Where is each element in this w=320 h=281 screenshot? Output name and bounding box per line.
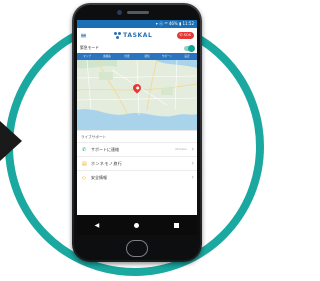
status-bar: ▾ ⓔ ⁴⁶ 46% ▮ 11:52 bbox=[77, 20, 197, 28]
sos-label: SOS bbox=[183, 33, 191, 37]
home-button[interactable] bbox=[126, 240, 148, 257]
status-bar-text: ▾ ⓔ ⁴⁶ 46% ▮ 11:52 bbox=[155, 21, 194, 26]
list-item-label: サポートに連絡 bbox=[91, 146, 119, 152]
recent-apps-icon[interactable] bbox=[174, 222, 180, 228]
tab-item[interactable]: 連絡先 bbox=[97, 53, 117, 60]
tab-item[interactable]: 通知 bbox=[137, 53, 157, 60]
brand-name: TASKAL bbox=[123, 32, 153, 39]
brand-logo: TASKAL bbox=[90, 32, 177, 39]
tab-item[interactable]: サポート bbox=[157, 53, 177, 60]
list-item[interactable]: ✆ サポートに連絡 24 hours › bbox=[77, 142, 197, 156]
tab-item[interactable]: 位置 bbox=[117, 53, 137, 60]
mode-toggle[interactable] bbox=[184, 44, 195, 52]
taskal-logo-icon bbox=[114, 32, 122, 39]
phone-icon: ✆ bbox=[82, 146, 87, 153]
list-item-meta: 24 hours bbox=[175, 148, 187, 151]
speaker-grill bbox=[127, 11, 149, 14]
phone-icon: ✆ bbox=[179, 33, 183, 37]
hamburger-icon[interactable]: ≡ bbox=[80, 31, 90, 40]
smartphone-frame: ▾ ⓔ ⁴⁶ 46% ▮ 11:52 ≡ TASKAL ✆ SOS 緊急モード … bbox=[72, 3, 202, 262]
pointer-arrow-icon bbox=[0, 121, 22, 161]
list-item[interactable]: ▤ ホンネモノ旅行 › bbox=[77, 156, 197, 170]
warning-icon: ◇ bbox=[82, 174, 86, 181]
list-item-label: ホンネモノ旅行 bbox=[91, 160, 123, 166]
chevron-right-icon: › bbox=[191, 146, 194, 153]
emergency-mode-row: 緊急モード bbox=[77, 43, 197, 53]
list-item-label: 安全情報 bbox=[91, 174, 107, 180]
phone-screen: ▾ ⓔ ⁴⁶ 46% ▮ 11:52 ≡ TASKAL ✆ SOS 緊急モード … bbox=[77, 20, 197, 235]
tab-item[interactable]: 設定 bbox=[177, 53, 197, 60]
map-view[interactable] bbox=[77, 60, 197, 130]
front-camera bbox=[117, 10, 122, 15]
clipboard-icon: ▤ bbox=[82, 160, 87, 167]
app-header: ≡ TASKAL ✆ SOS bbox=[77, 28, 197, 43]
tab-item[interactable]: マップ bbox=[77, 53, 97, 60]
tab-bar: マップ 連絡先 位置 通知 サポート 設定 bbox=[77, 53, 197, 60]
list-item[interactable]: ◇ 安全情報 › bbox=[77, 170, 197, 184]
section-header: ライブサポート bbox=[77, 130, 197, 142]
chevron-right-icon: › bbox=[191, 174, 194, 181]
map-graphic bbox=[77, 60, 197, 130]
back-icon[interactable]: ◀ bbox=[95, 222, 100, 229]
chevron-right-icon: › bbox=[191, 160, 194, 167]
home-icon[interactable] bbox=[134, 222, 140, 228]
sos-button[interactable]: ✆ SOS bbox=[176, 32, 194, 39]
mode-label: 緊急モード bbox=[80, 45, 99, 50]
android-nav-bar: ◀ bbox=[77, 215, 197, 235]
